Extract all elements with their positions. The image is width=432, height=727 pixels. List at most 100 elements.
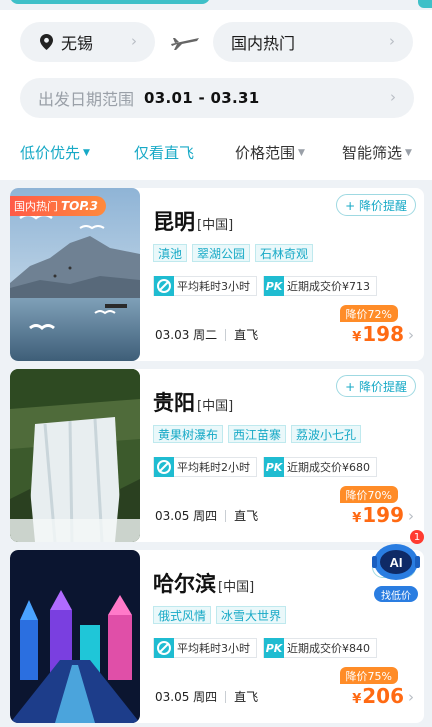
location-pin-icon xyxy=(40,34,53,50)
recent-price-stat: PK 近期成交价¥713 xyxy=(263,276,377,296)
currency-symbol: ¥ xyxy=(352,511,362,526)
chevron-right-icon: › xyxy=(408,688,414,706)
price-value: 206 xyxy=(362,684,404,708)
currency-symbol: ¥ xyxy=(352,330,362,345)
attraction-tag: 西江苗寨 xyxy=(228,425,287,443)
discount-badge: 降价75% xyxy=(339,667,398,684)
chevron-right-icon: › xyxy=(389,32,395,50)
destination-card[interactable]: 国内热门 TOP.3 昆明 [中国] + 降价提醒 滇池 翠湖公园 石林奇观 平均耗… xyxy=(10,188,424,361)
header-pill xyxy=(10,0,210,4)
flight-date: 03.05 周四 xyxy=(155,509,218,523)
dropdown-triangle-icon: ▼ xyxy=(298,147,305,158)
flight-info: 03.05 周四 直飞 xyxy=(155,507,258,524)
dropdown-triangle-icon: ▼ xyxy=(83,147,90,158)
header-edge xyxy=(418,0,432,8)
pk-icon: PK xyxy=(264,638,284,658)
divider xyxy=(225,690,227,703)
notification-badge: 1 xyxy=(410,530,424,544)
ai-assistant-button[interactable]: AI 1 找低价 xyxy=(368,530,424,602)
flight-type: 直飞 xyxy=(234,690,259,704)
discount-badge: 降价72% xyxy=(339,305,398,322)
chevron-right-icon: › xyxy=(131,32,137,50)
pk-icon: PK xyxy=(264,276,284,296)
attraction-tag: 俄式风情 xyxy=(153,606,212,624)
guiyang-photo xyxy=(10,369,140,542)
flight-date: 03.05 周四 xyxy=(155,690,218,704)
date-range-value: 03.01 - 03.31 xyxy=(144,89,260,107)
city-title: 贵阳 xyxy=(153,391,195,415)
price-value: 198 xyxy=(362,322,404,346)
ai-text: AI xyxy=(390,555,403,570)
flight-info: 03.05 周四 直飞 xyxy=(155,688,258,705)
date-range-label: 出发日期范围 xyxy=(38,90,135,109)
chevron-right-icon: › xyxy=(408,507,414,525)
tag-list: 滇池 翠湖公园 石林奇观 xyxy=(153,244,314,262)
avg-time-text: 平均耗时3小时 xyxy=(177,280,250,293)
attraction-tag: 荔波小七孔 xyxy=(291,425,362,443)
city-name: 贵阳 [中国] xyxy=(153,387,233,417)
chevron-right-icon: › xyxy=(390,88,396,106)
avg-time-stat: 平均耗时3小时 xyxy=(153,638,257,658)
price-alert-button[interactable]: + 降价提醒 xyxy=(336,194,416,216)
plane-icon xyxy=(171,38,199,50)
country-label: [中国] xyxy=(218,580,255,595)
avg-time-stat: 平均耗时2小时 xyxy=(153,457,257,477)
find-low-price-label: 找低价 xyxy=(374,586,418,602)
price-range-filter[interactable]: 价格范围 ▼ xyxy=(235,142,305,163)
flight-date: 03.03 周二 xyxy=(155,328,218,342)
recent-price-stat: PK 近期成交价¥840 xyxy=(263,638,377,658)
departure-city: 无锡 xyxy=(61,34,94,53)
hot-badge-text: 国内热门 xyxy=(14,200,58,213)
clock-icon xyxy=(154,457,174,477)
hot-rank-badge: 国内热门 TOP.3 xyxy=(10,196,106,216)
destination-card[interactable]: 哈尔滨[中国] + 降 俄式风情 冰雪大世界 平均耗时3小时 PK 近期成交价¥… xyxy=(10,550,424,723)
direct-only-filter[interactable]: 仅看直飞 xyxy=(134,142,194,163)
sort-low-price-filter[interactable]: 低价优先 ▼ xyxy=(20,142,90,163)
flight-info: 03.03 周二 直飞 xyxy=(155,326,258,343)
tag-list: 黄果树瀑布 西江苗寨 荔波小七孔 xyxy=(153,425,362,443)
divider xyxy=(225,328,227,341)
attraction-tag: 石林奇观 xyxy=(255,244,314,262)
city-title: 昆明 xyxy=(153,210,195,234)
recent-price-text: 近期成交价¥680 xyxy=(287,461,370,474)
avg-time-text: 平均耗时2小时 xyxy=(177,461,250,474)
direct-only-label: 仅看直飞 xyxy=(134,144,195,162)
top-strip xyxy=(0,0,432,10)
smart-filter[interactable]: 智能筛选 ▼ xyxy=(342,142,412,163)
price-value: 199 xyxy=(362,503,404,527)
price: ¥206 xyxy=(352,684,404,708)
harbin-photo xyxy=(10,550,140,723)
city-name: 哈尔滨 [中国] xyxy=(153,568,254,598)
flight-stats: 平均耗时2小时 PK 近期成交价¥680 xyxy=(153,457,377,477)
avg-time-stat: 平均耗时3小时 xyxy=(153,276,257,296)
price: ¥198 xyxy=(352,322,404,346)
dropdown-triangle-icon: ▼ xyxy=(405,147,412,158)
clock-icon xyxy=(154,638,174,658)
filter-bar: 低价优先 ▼ 仅看直飞 价格范围 ▼ 智能筛选 ▼ xyxy=(0,138,432,168)
city-title: 哈尔滨 xyxy=(153,572,216,596)
departure-city-field[interactable]: 无锡 › xyxy=(20,22,155,62)
clock-icon xyxy=(154,276,174,296)
avg-time-text: 平均耗时3小时 xyxy=(177,642,250,655)
attraction-tag: 黄果树瀑布 xyxy=(153,425,224,443)
country-label: [中国] xyxy=(197,218,234,233)
tag-list: 俄式风情 冰雪大世界 xyxy=(153,606,287,624)
date-range-field[interactable]: 出发日期范围 03.01 - 03.31 › xyxy=(20,78,414,118)
pk-icon: PK xyxy=(264,457,284,477)
city-name: 昆明 [中国] xyxy=(153,206,233,236)
divider xyxy=(225,509,227,522)
recent-price-stat: PK 近期成交价¥680 xyxy=(263,457,377,477)
destination-field[interactable]: 国内热门 › xyxy=(213,22,413,62)
destination-city: 国内热门 xyxy=(231,34,296,53)
flight-type: 直飞 xyxy=(234,328,259,342)
ai-robot-icon: AI xyxy=(372,544,420,580)
smart-filter-label: 智能筛选 xyxy=(342,144,403,162)
flight-stats: 平均耗时3小时 PK 近期成交价¥713 xyxy=(153,276,377,296)
country-label: [中国] xyxy=(197,399,234,414)
discount-badge: 降价70% xyxy=(339,486,398,503)
chevron-right-icon: › xyxy=(408,326,414,344)
price-alert-button[interactable]: + 降价提醒 xyxy=(336,375,416,397)
destination-card[interactable]: 贵阳 [中国] + 降价提醒 黄果树瀑布 西江苗寨 荔波小七孔 平均耗时2小时 P… xyxy=(10,369,424,542)
flight-type: 直飞 xyxy=(234,509,259,523)
price-range-label: 价格范围 xyxy=(235,144,296,162)
